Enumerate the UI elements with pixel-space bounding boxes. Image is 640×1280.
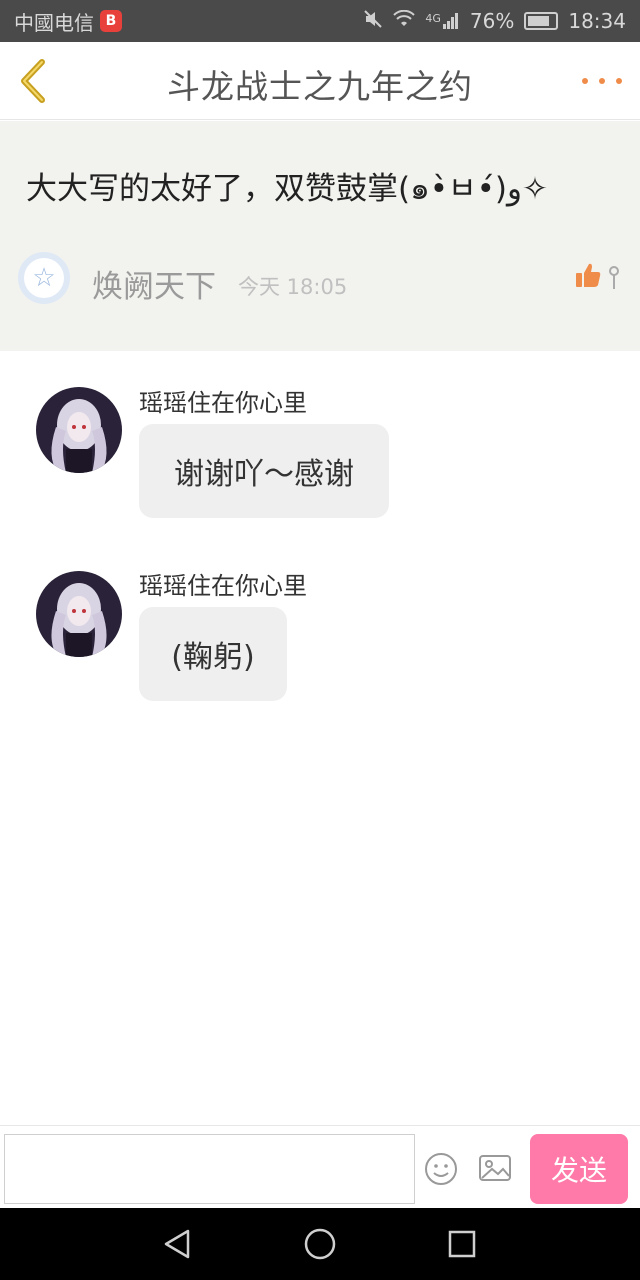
nav-home-button[interactable] bbox=[302, 1226, 338, 1262]
send-button[interactable]: 发送 bbox=[530, 1134, 628, 1204]
reply-avatar[interactable] bbox=[36, 387, 122, 473]
original-comment: 大大写的太好了，双赞鼓掌(๑•̀ㅂ•́)و✧ ☆ 焕阙天下 今天 18:05 bbox=[0, 121, 640, 351]
reply-author-name[interactable]: 瑶瑶住在你心里 bbox=[139, 383, 307, 418]
more-dot-icon bbox=[599, 78, 605, 84]
emoji-button[interactable] bbox=[424, 1152, 458, 1190]
nav-recents-button[interactable] bbox=[444, 1226, 480, 1262]
input-bar: 发送 bbox=[0, 1125, 640, 1208]
status-time: 18:34 bbox=[568, 9, 626, 33]
status-right: 4G 76% 18:34 bbox=[363, 9, 626, 34]
star-avatar-icon: ☆ bbox=[24, 258, 64, 298]
status-bar: 中國电信 B 4G 76% 18:34 bbox=[0, 0, 640, 42]
reply-author-name[interactable]: 瑶瑶住在你心里 bbox=[139, 566, 307, 601]
smiley-icon bbox=[425, 1153, 457, 1185]
comment-author-avatar[interactable]: ☆ bbox=[18, 252, 70, 304]
like-button[interactable] bbox=[574, 261, 602, 293]
mute-icon bbox=[363, 9, 383, 34]
reply-message-bubble: (鞠躬) bbox=[139, 607, 287, 701]
image-button[interactable] bbox=[478, 1154, 512, 1186]
carrier-name: 中國电信 bbox=[14, 10, 94, 35]
wifi-icon bbox=[393, 9, 416, 33]
circle-home-icon bbox=[304, 1228, 336, 1260]
reply-avatar[interactable] bbox=[36, 571, 122, 657]
nav-back-button[interactable] bbox=[160, 1226, 196, 1262]
battery-icon bbox=[524, 12, 559, 30]
battery-percent: 76% bbox=[469, 9, 515, 33]
network-type: 4G bbox=[425, 12, 441, 25]
comment-time: 今天 18:05 bbox=[238, 275, 348, 299]
message-input[interactable] bbox=[4, 1134, 415, 1204]
more-options-button[interactable] bbox=[582, 66, 622, 96]
page-title: 斗龙战士之九年之约 bbox=[167, 67, 473, 106]
system-nav-bar bbox=[0, 1208, 640, 1280]
comment-text: 大大写的太好了，双赞鼓掌(๑•̀ㅂ•́)و✧ bbox=[26, 171, 548, 207]
signal-icon: 4G bbox=[425, 12, 460, 30]
thumbs-up-icon bbox=[576, 263, 601, 287]
more-dot-icon bbox=[582, 78, 588, 84]
back-button[interactable] bbox=[14, 56, 54, 106]
square-recents-icon bbox=[448, 1230, 476, 1258]
triangle-back-icon bbox=[164, 1229, 190, 1259]
image-icon bbox=[479, 1155, 511, 1181]
status-left: 中國电信 B bbox=[14, 7, 122, 36]
comment-author-name[interactable]: 焕阙天下 bbox=[92, 261, 216, 306]
carrier-badge-icon: B bbox=[100, 10, 122, 32]
more-dot-icon bbox=[616, 78, 622, 84]
header: 斗龙战士之九年之约 bbox=[0, 42, 640, 120]
chevron-left-icon bbox=[21, 59, 45, 103]
reply-message-bubble: 谢谢吖～感谢 bbox=[139, 424, 389, 518]
like-count-icon bbox=[608, 265, 620, 297]
